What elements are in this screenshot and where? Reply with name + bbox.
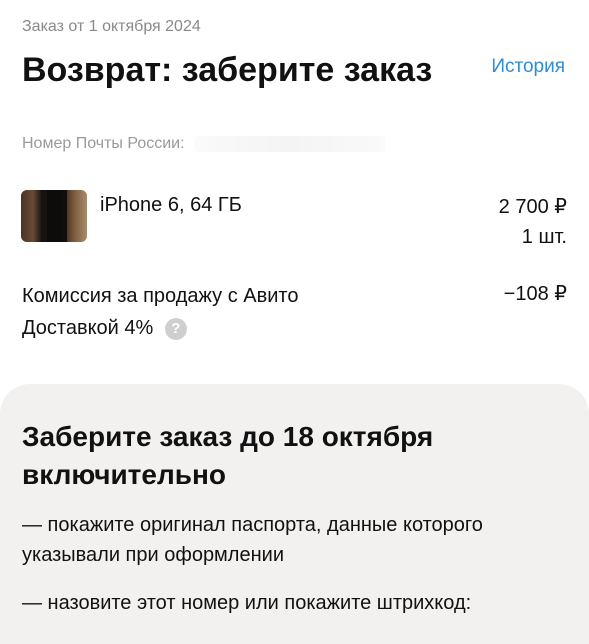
pickup-title: Заберите заказ до 18 октября включительн… (22, 421, 434, 490)
page-title: Возврат: заберите заказ (22, 51, 433, 89)
history-link[interactable]: История (491, 56, 565, 78)
post-number-value-blurred (195, 135, 385, 152)
item-title[interactable]: iPhone 6, 64 ГБ (100, 194, 242, 217)
item-quantity: 1 шт. (521, 226, 567, 248)
commission-label: Комиссия за продажу с Авито Доставкой 4% (22, 285, 299, 339)
pickup-step-barcode: — назовите этот номер или покажите штрих… (22, 592, 472, 614)
commission-label-row: Комиссия за продажу с Авито Доставкой 4%… (22, 280, 352, 344)
post-number-label: Номер Почты России: (22, 135, 185, 152)
help-icon[interactable]: ? (164, 317, 187, 340)
post-number-row: Номер Почты России: (22, 135, 385, 153)
pickup-card: Заберите заказ до 18 октября включительн… (0, 384, 589, 644)
item-price: 2 700 ₽ (498, 196, 567, 218)
pickup-step-passport: — покажите оригинал паспорта, данные кот… (22, 514, 483, 566)
order-date: Заказ от 1 октября 2024 (22, 18, 201, 35)
item-thumbnail[interactable] (21, 190, 87, 242)
commission-value: −108 ₽ (503, 283, 567, 305)
